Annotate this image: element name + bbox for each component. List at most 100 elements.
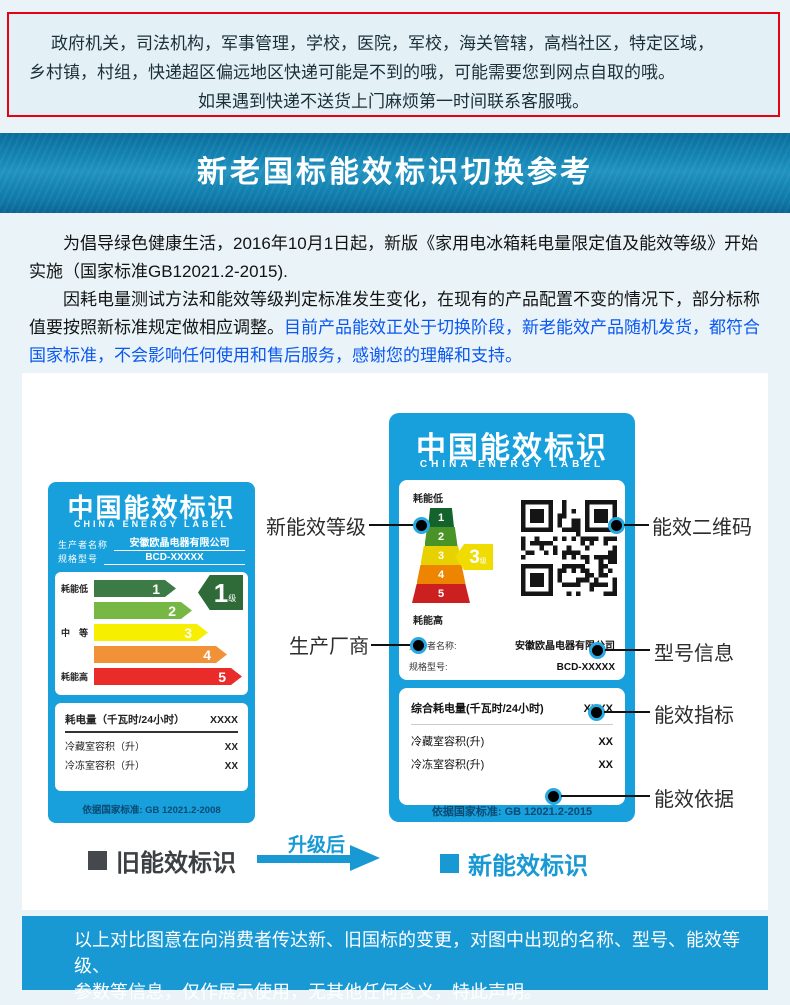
spec-row: 冷冻室容积（升） XX [65, 757, 238, 776]
notice-line-1: 政府机关，司法机构，军事管理，学校，医院，军校，海关管辖，高档社区，特定区域， [29, 29, 758, 58]
shipping-notice-box: 政府机关，司法机构，军事管理，学校，医院，军校，海关管辖，高档社区，特定区域， … [7, 12, 780, 117]
scale-low-label: 耗能低 [413, 490, 443, 505]
pyramid-number: 2 [438, 531, 444, 543]
old-producer-label: 生产者名称 [58, 538, 108, 551]
spec-label: 耗电量（千瓦时/24小时） [65, 711, 185, 730]
spec-value: XX [225, 738, 238, 757]
annotation-model: 型号信息 [654, 637, 734, 666]
grade-bar-number: 3 [184, 625, 192, 641]
old-label-caption: 旧能效标识 [88, 843, 236, 878]
annotation-line [604, 711, 650, 713]
grade-bar-number: 1 [152, 581, 160, 597]
grade-bar-row: 耗能高 5 [61, 668, 242, 685]
annotation-line [624, 524, 649, 526]
annotation-producer: 生产厂商 [289, 630, 369, 659]
upgrade-arrow-label: 升级后 [288, 830, 345, 857]
new-caption-text: 新能效标识 [468, 846, 588, 881]
old-label-spec-box: 耗电量（千瓦时/24小时） XXXX 冷藏室容积（升） XX 冷冻室容积（升） … [55, 703, 248, 791]
pyramid-number: 4 [438, 569, 444, 581]
disclaimer-line-2: 参数等信息，仅作展示使用，无其他任何含义，特此声明。 [74, 979, 768, 1005]
annotation-line [369, 524, 415, 526]
intro-line-5: 国家标准，不会影响任何使用和售后服务，感谢您的理解和支持。 [29, 342, 765, 370]
intro-line-4-blue: 目前产品能效正处于切换阶段，新老能效产品随机发货，都符合 [284, 318, 760, 337]
annotation-index: 能效指标 [654, 699, 734, 728]
grade-bar-number: 4 [203, 647, 211, 663]
pyramid-level-3: 3 [421, 546, 462, 565]
intro-line-3: 因耗电量测试方法和能效等级判定标准发生变化，在现有的产品配置不变的情况下，部分标… [29, 286, 765, 314]
spec-label: 综合耗电量(千瓦时/24小时) [411, 698, 544, 721]
new-label-names: 生产者名称: 安徽欧晶电器有限公司 规格型号: BCD-XXXXX [409, 636, 615, 678]
old-caption-text: 旧能效标识 [116, 843, 236, 878]
pyramid-level-4: 4 [417, 565, 466, 584]
old-grade-suffix: 级 [228, 593, 236, 604]
spec-row: 冷冻室容积(升) XX [411, 754, 613, 777]
grade-bar-row: 4 [61, 646, 242, 663]
page: 政府机关，司法机构，军事管理，学校，医院，军校，海关管辖，高档社区，特定区域， … [0, 0, 790, 1005]
notice-line-2: 乡村镇，村组，快递超区偏远地区快递可能是不到的哦，可能需要您到网点自取的哦。 [29, 58, 758, 87]
divider [411, 724, 613, 725]
model-row: 规格型号: BCD-XXXXX [409, 657, 615, 678]
scale-mid-label: 中 等 [61, 626, 94, 639]
old-label-standard: 依据国家标准: GB 12021.2-2008 [48, 802, 255, 816]
new-label-caption: 新能效标识 [440, 846, 588, 881]
square-bullet-icon [440, 854, 459, 873]
intro-paragraphs: 为倡导绿色健康生活，2016年10月1日起，新版《家用电冰箱耗电量限定值及能效等… [29, 230, 765, 370]
old-producer-value: 安徽欧晶电器有限公司 [114, 534, 245, 551]
spec-label: 冷冻室容积(升) [411, 754, 484, 777]
grade-bar-2: 2 [94, 602, 192, 619]
new-energy-label: 中国能效标识 CHINA ENERGY LABEL 耗能低 1 2 3 4 5 … [389, 413, 635, 822]
spec-label: 冷冻室容积（升） [65, 757, 145, 776]
spec-value: XX [225, 757, 238, 776]
spec-value: XX [598, 731, 613, 754]
annotation-line [605, 649, 650, 651]
grade-bar-1: 1 [94, 580, 176, 597]
old-label-grade-box: 耗能低 1 2 中 等 3 4 耗能高 5 [55, 572, 248, 695]
grade-bar-5: 5 [94, 668, 242, 685]
intro-line-1: 为倡导绿色健康生活，2016年10月1日起，新版《家用电冰箱耗电量限定值及能效等… [29, 230, 765, 258]
intro-line-4: 值要按照新标准规定做相应调整。目前产品能效正处于切换阶段，新老能效产品随机发货，… [29, 314, 765, 342]
connector-dot [548, 791, 559, 802]
disclaimer-line-1: 以上对比图意在向消费者传达新、旧国标的变更，对图中出现的名称、型号、能效等级、 [74, 927, 768, 979]
notice-line-3: 如果遇到快递不送货上门麻烦第一时间联系客服哦。 [29, 87, 758, 116]
connector-dot [413, 640, 424, 651]
scale-low-label: 耗能低 [61, 582, 94, 595]
pyramid-level-2: 2 [425, 527, 458, 546]
connector-dot [591, 707, 602, 718]
divider [65, 731, 238, 733]
qr-code-image [521, 500, 617, 596]
new-label-standard: 依据国家标准: GB 12021.2-2015 [389, 803, 635, 819]
new-grade-number: 3 [469, 548, 480, 567]
pyramid-number: 3 [438, 550, 444, 562]
new-grade-suffix: 级 [480, 556, 487, 566]
spec-value: XXXX [210, 711, 238, 730]
pyramid-level-5: 5 [412, 584, 470, 603]
grade-bar-row: 中 等 3 [61, 624, 242, 641]
scale-high-label: 耗能高 [61, 670, 94, 683]
annotation-qr: 能效二维码 [652, 511, 752, 540]
old-producer-row: 生产者名称 安徽欧晶电器有限公司 [58, 534, 245, 551]
annotation-new-grade: 新能效等级 [266, 511, 366, 540]
grade-bar-number: 5 [218, 669, 226, 685]
spec-row: 冷藏室容积(升) XX [411, 731, 613, 754]
intro-line-4-black: 值要按照新标准规定做相应调整。 [29, 318, 284, 337]
grade-bar-4: 4 [94, 646, 227, 663]
spec-row: 耗电量（千瓦时/24小时） XXXX [65, 711, 238, 730]
scale-high-label: 耗能高 [413, 612, 443, 627]
annotation-basis: 能效依据 [654, 783, 734, 812]
connector-dot [611, 520, 622, 531]
upgrade-arrow-head-icon [350, 845, 380, 871]
square-bullet-icon [88, 851, 107, 870]
producer-row: 生产者名称: 安徽欧晶电器有限公司 [409, 636, 615, 657]
old-model-value: BCD-XXXXX [104, 552, 245, 565]
spec-label: 冷藏室容积(升) [411, 731, 484, 754]
pyramid-number: 5 [438, 588, 444, 600]
spec-label: 冷藏室容积（升） [65, 738, 145, 757]
connector-dot [592, 645, 603, 656]
old-grade-number: 1 [214, 580, 228, 606]
model-label: 规格型号: [409, 657, 448, 678]
connector-dot [416, 520, 427, 531]
annotation-line [371, 644, 413, 646]
old-model-label: 规格型号 [58, 552, 98, 565]
spec-row: 综合耗电量(千瓦时/24小时) XXXX [411, 698, 613, 721]
old-energy-label: 中国能效标识 CHINA ENERGY LABEL 生产者名称 安徽欧晶电器有限… [48, 482, 255, 823]
